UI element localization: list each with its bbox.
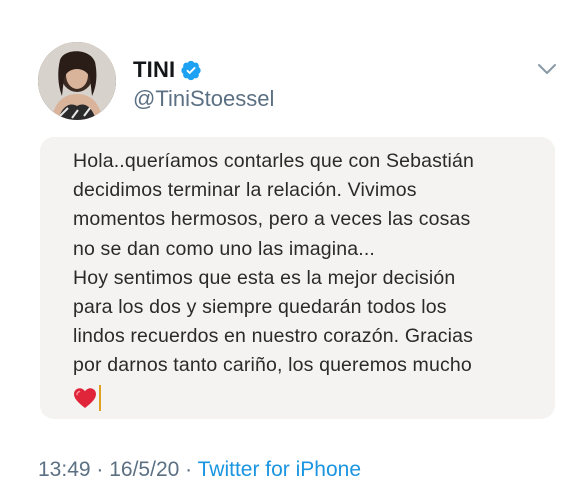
tweet-time[interactable]: 13:49 xyxy=(38,458,91,481)
meta-separator: · xyxy=(179,458,198,481)
tweet-meta: 13:49 · 16/5/20 · Twitter for iPhone xyxy=(38,458,361,482)
tweet-date[interactable]: 16/5/20 xyxy=(109,458,179,481)
avatar[interactable] xyxy=(38,42,116,120)
note-screenshot: Hola..queríamos contarles que con Sebast… xyxy=(40,137,555,419)
display-name[interactable]: TINI xyxy=(133,57,175,83)
tweet-source-link[interactable]: Twitter for iPhone xyxy=(198,458,361,481)
meta-separator: · xyxy=(90,458,110,481)
chevron-down-icon[interactable] xyxy=(536,60,558,78)
tweet-header: TINI @TiniStoessel xyxy=(0,0,584,130)
note-emoji-line xyxy=(73,382,537,414)
text-cursor xyxy=(99,384,101,411)
avatar-image xyxy=(38,42,116,120)
heart-icon xyxy=(74,387,96,408)
user-handle[interactable]: @TiniStoessel xyxy=(133,86,274,112)
note-text: Hola..queríamos contarles que con Sebast… xyxy=(73,150,475,377)
name-row: TINI xyxy=(133,57,202,83)
verified-badge-icon xyxy=(181,60,201,81)
